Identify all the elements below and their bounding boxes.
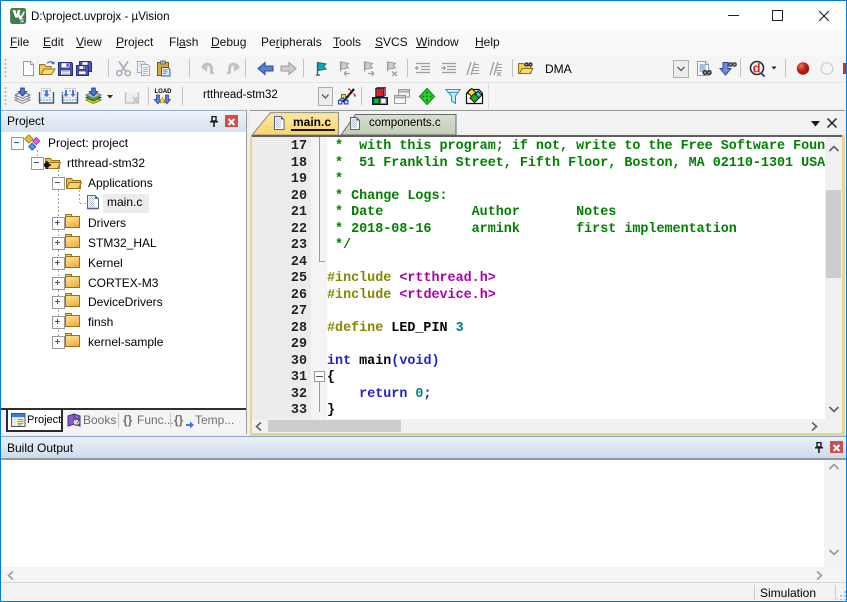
svg-text:?: ? <box>75 418 80 427</box>
svg-text:5: 5 <box>20 17 24 24</box>
svg-text:LOAD: LOAD <box>155 89 173 95</box>
svg-text:d: d <box>753 61 761 76</box>
